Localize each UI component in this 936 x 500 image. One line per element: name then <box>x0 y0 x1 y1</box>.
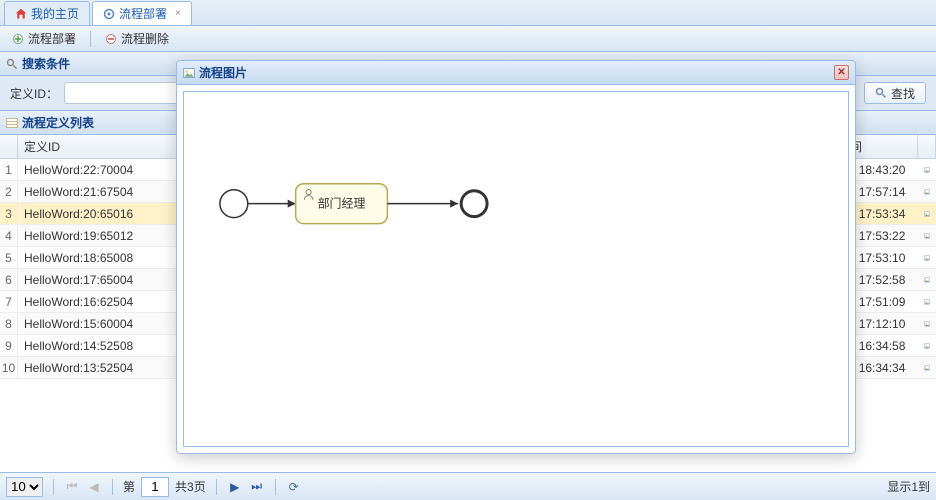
row-num: 6 <box>0 269 18 290</box>
add-icon <box>12 33 24 45</box>
refresh-button[interactable]: ⟳ <box>286 479 302 495</box>
row-action[interactable] <box>918 247 936 268</box>
dialog-body: 部门经理 <box>183 91 849 447</box>
paging-bar: 10 ⏮ ◀ 第 共3页 ▶ ⏭ ⟳ 显示1到 <box>0 472 936 500</box>
row-num: 7 <box>0 291 18 312</box>
last-page-button[interactable]: ⏭ <box>249 479 265 495</box>
image-icon <box>924 164 930 176</box>
page-size-select[interactable]: 10 <box>6 477 43 497</box>
image-icon <box>183 67 195 79</box>
next-page-button[interactable]: ▶ <box>227 479 243 495</box>
image-icon <box>924 340 930 352</box>
image-icon <box>924 318 930 330</box>
toolbar-separator <box>90 31 91 47</box>
find-icon <box>875 87 887 99</box>
col-action-header <box>918 135 936 158</box>
prev-page-button[interactable]: ◀ <box>86 479 102 495</box>
remove-label: 流程删除 <box>121 30 169 47</box>
row-num: 1 <box>0 159 18 180</box>
page-input[interactable] <box>141 477 169 497</box>
find-button[interactable]: 查找 <box>864 82 926 104</box>
tab-process-deploy[interactable]: 流程部署 × <box>92 1 192 25</box>
bpmn-diagram: 部门经理 <box>184 92 848 451</box>
page-total: 共3页 <box>175 478 206 495</box>
row-action[interactable] <box>918 313 936 334</box>
gear-icon <box>103 8 115 20</box>
process-image-dialog: 流程图片 ✕ 部门经理 <box>176 60 856 454</box>
dialog-close-button[interactable]: ✕ <box>834 65 849 80</box>
find-label: 查找 <box>891 85 915 102</box>
image-icon <box>924 186 930 198</box>
list-icon <box>6 117 18 129</box>
tab-home[interactable]: 我的主页 <box>4 1 90 25</box>
row-num: 10 <box>0 357 18 378</box>
row-action[interactable] <box>918 181 936 202</box>
row-num: 4 <box>0 225 18 246</box>
grid-title: 流程定义列表 <box>22 114 94 131</box>
toolbar: 流程部署 流程删除 <box>0 26 936 52</box>
tab-active-label[interactable]: 流程部署 <box>119 5 167 22</box>
deploy-label: 流程部署 <box>28 30 76 47</box>
image-icon <box>924 230 930 242</box>
remove-icon <box>105 33 117 45</box>
row-action[interactable] <box>918 291 936 312</box>
col-rownum <box>0 135 18 158</box>
page-prefix: 第 <box>123 478 135 495</box>
row-action[interactable] <box>918 159 936 180</box>
row-num: 8 <box>0 313 18 334</box>
paging-status: 显示1到 <box>887 478 930 495</box>
row-num: 2 <box>0 181 18 202</box>
row-num: 9 <box>0 335 18 356</box>
image-icon <box>924 362 930 374</box>
row-action[interactable] <box>918 269 936 290</box>
search-input[interactable] <box>64 82 194 104</box>
dialog-header[interactable]: 流程图片 ✕ <box>177 61 855 85</box>
row-num: 5 <box>0 247 18 268</box>
image-icon <box>924 208 930 220</box>
dialog-title: 流程图片 <box>199 64 247 81</box>
row-num: 3 <box>0 203 18 224</box>
row-action[interactable] <box>918 225 936 246</box>
bpmn-end-event <box>461 191 487 217</box>
search-icon <box>6 58 18 70</box>
deploy-button[interactable]: 流程部署 <box>6 28 82 49</box>
image-icon <box>924 274 930 286</box>
bpmn-start-event <box>220 190 248 218</box>
image-icon <box>924 296 930 308</box>
remove-button[interactable]: 流程删除 <box>99 28 175 49</box>
row-action[interactable] <box>918 203 936 224</box>
search-title: 搜索条件 <box>22 55 70 72</box>
home-icon <box>15 8 27 20</box>
row-action[interactable] <box>918 335 936 356</box>
tab-bar: 我的主页 流程部署 × <box>0 0 936 26</box>
first-page-button[interactable]: ⏮ <box>64 479 80 495</box>
bpmn-task-label: 部门经理 <box>318 196 366 211</box>
row-action[interactable] <box>918 357 936 378</box>
tab-close-icon[interactable]: × <box>175 8 181 19</box>
search-label: 定义ID： <box>10 85 58 102</box>
tab-home-label[interactable]: 我的主页 <box>31 5 79 22</box>
image-icon <box>924 252 930 264</box>
